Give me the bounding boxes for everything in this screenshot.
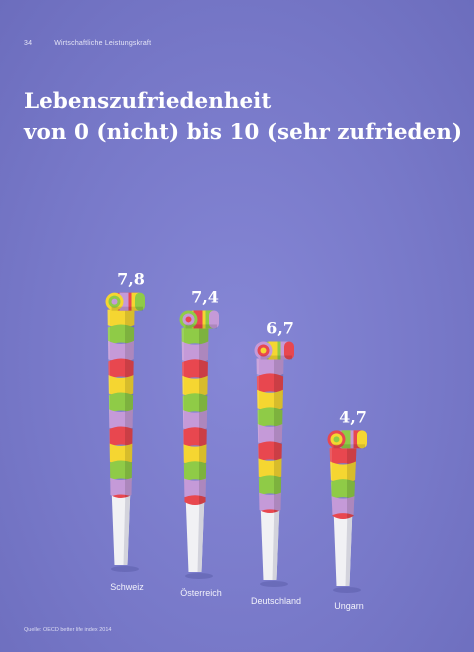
horn-shadow: [185, 573, 213, 579]
category-label-österreich: Österreich: [180, 588, 222, 598]
category-label-schweiz: Schweiz: [110, 582, 144, 592]
roll-shade: [260, 355, 292, 360]
paper-highlight: [181, 327, 184, 505]
horn-roll: [179, 310, 219, 329]
paper-shade: [347, 447, 357, 519]
horn-österreich: [179, 310, 219, 579]
paper-shade: [125, 309, 135, 498]
horn-shadow: [333, 587, 361, 593]
paper-highlight: [329, 447, 332, 519]
roll-shade: [111, 306, 143, 311]
paper-shade: [199, 327, 209, 505]
roll-spiral: [333, 436, 340, 443]
value-label-ungarn: 4,7: [339, 407, 367, 426]
horn-schweiz: [105, 292, 145, 572]
roll-spiral: [260, 347, 267, 354]
roll-shade: [333, 444, 365, 449]
roll-spiral: [111, 298, 118, 305]
value-label-deutschland: 6,7: [266, 319, 294, 338]
source-note: Quelle: OECD better life index 2014: [24, 627, 112, 633]
category-label-ungarn: Ungarn: [334, 601, 364, 611]
paper-shade: [274, 358, 284, 513]
value-label-österreich: 7,4: [191, 287, 219, 306]
horn-roll: [254, 341, 294, 360]
horn-shadow: [111, 566, 139, 572]
roll-shade: [185, 324, 217, 329]
horn-paper-body: [107, 309, 135, 498]
party-horn-chart: 7,8 Schweiz 7,4 Österreich 6,7 Deutschland 4,7…: [105, 270, 367, 611]
value-label-schweiz: 7,8: [117, 270, 145, 289]
paper-highlight: [107, 309, 110, 498]
category-label-deutschland: Deutschland: [251, 596, 301, 606]
horn-roll: [105, 292, 145, 311]
horn-paper-body: [181, 327, 209, 505]
horn-ungarn: [327, 430, 367, 593]
horn-shadow: [260, 581, 288, 587]
paper-highlight: [256, 358, 259, 513]
horn-deutschland: [254, 341, 294, 587]
roll-spiral: [185, 316, 192, 323]
horn-roll: [327, 430, 367, 449]
